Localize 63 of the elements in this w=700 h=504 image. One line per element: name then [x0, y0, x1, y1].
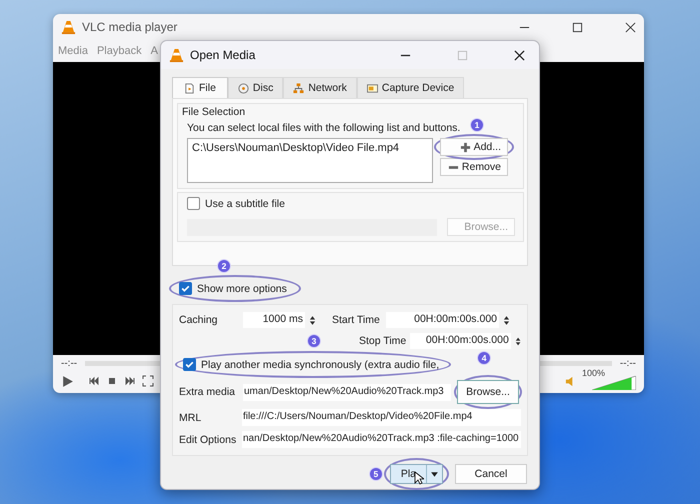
- tab[interactable]: Disc: [228, 77, 284, 98]
- mouse-cursor-icon: [414, 471, 424, 485]
- checkmark-icon: [180, 283, 191, 294]
- traffic-cone-icon: [61, 20, 76, 34]
- field-label: Edit Options: [179, 434, 238, 446]
- spinner-arrows-icon[interactable]: [514, 336, 521, 346]
- field-label: Caching: [179, 314, 219, 326]
- step-marker: 3: [307, 334, 321, 348]
- time-field[interactable]: 00H:00m:00s.000: [410, 333, 511, 349]
- close-icon[interactable]: [514, 50, 525, 60]
- close-icon[interactable]: [625, 22, 636, 32]
- tab[interactable]: Capture Device: [356, 77, 464, 98]
- step-marker: 5: [368, 467, 383, 481]
- hint-text: You can select local files with the following list and buttons.: [187, 122, 460, 134]
- cancel-button[interactable]: Cancel: [455, 464, 527, 484]
- document-icon: [184, 82, 195, 94]
- mrl-field[interactable]: file:///C:/Users/Nouman/Desktop/Video%20File.mp4: [242, 409, 521, 426]
- checkmark-icon: [184, 359, 195, 370]
- step-marker: 4: [477, 350, 492, 364]
- spinner-arrows-icon[interactable]: [503, 314, 510, 326]
- checkbox-label: Use a subtitle file: [205, 198, 285, 210]
- field-label: MRL: [179, 412, 202, 424]
- fullscreen-icon[interactable]: [142, 375, 154, 387]
- add-button[interactable]: Add...: [440, 138, 508, 156]
- volume-reading: 100%: [582, 368, 606, 378]
- plus-icon: [460, 142, 471, 152]
- step-marker: 2: [217, 259, 231, 273]
- play-icon[interactable]: [61, 374, 74, 388]
- group-title: File Selection: [182, 106, 246, 118]
- tab[interactable]: Network: [283, 77, 357, 98]
- file-list-item[interactable]: C:\Users\Nouman\Desktop\Video File.mp4: [192, 142, 400, 154]
- previous-icon[interactable]: [88, 375, 100, 387]
- capture-card-icon: [366, 82, 378, 94]
- spinner-arrows-icon[interactable]: [309, 314, 316, 326]
- field-label: Stop Time: [359, 335, 406, 347]
- field-label: Start Time: [332, 314, 381, 326]
- dialog-title: Open Media: [190, 48, 256, 62]
- checkbox-label: Play another media synchronously (extra audio file,: [201, 358, 440, 370]
- stop-icon[interactable]: [106, 375, 118, 387]
- network-icon: [293, 82, 304, 94]
- disc-icon: [238, 82, 249, 94]
- field-label: Extra media: [179, 386, 236, 398]
- maximize-icon[interactable]: [572, 22, 583, 32]
- extra-media-field[interactable]: uman/Desktop/New%20Audio%20Track.mp3: [243, 384, 451, 400]
- checkbox-label: Show more options: [197, 282, 287, 294]
- checkbox[interactable]: [183, 358, 196, 371]
- window-title: VLC media player: [82, 20, 178, 34]
- traffic-cone-icon: [169, 48, 184, 62]
- next-icon[interactable]: [124, 375, 136, 387]
- remaining-time: --:--: [620, 358, 636, 368]
- browse-button[interactable]: Browse...: [457, 380, 519, 404]
- step-marker: 1: [470, 118, 484, 132]
- tab[interactable]: File: [172, 77, 228, 98]
- time-field[interactable]: 00H:00m:00s.000: [386, 312, 499, 328]
- maximize-icon: [457, 50, 468, 60]
- remove-button[interactable]: Remove: [440, 158, 508, 176]
- file-list[interactable]: C:\Users\Nouman\Desktop\Video File.mp4: [187, 138, 433, 183]
- volume-slider[interactable]: [592, 376, 636, 390]
- elapsed-time: --:--: [61, 358, 78, 368]
- dropdown-arrow-icon[interactable]: [430, 470, 439, 478]
- caching-field[interactable]: 1000 ms: [243, 312, 305, 328]
- edit-options-field[interactable]: nan/Desktop/New%20Audio%20Track.mp3 :file-caching=1000: [242, 431, 521, 448]
- checkbox[interactable]: [179, 282, 192, 295]
